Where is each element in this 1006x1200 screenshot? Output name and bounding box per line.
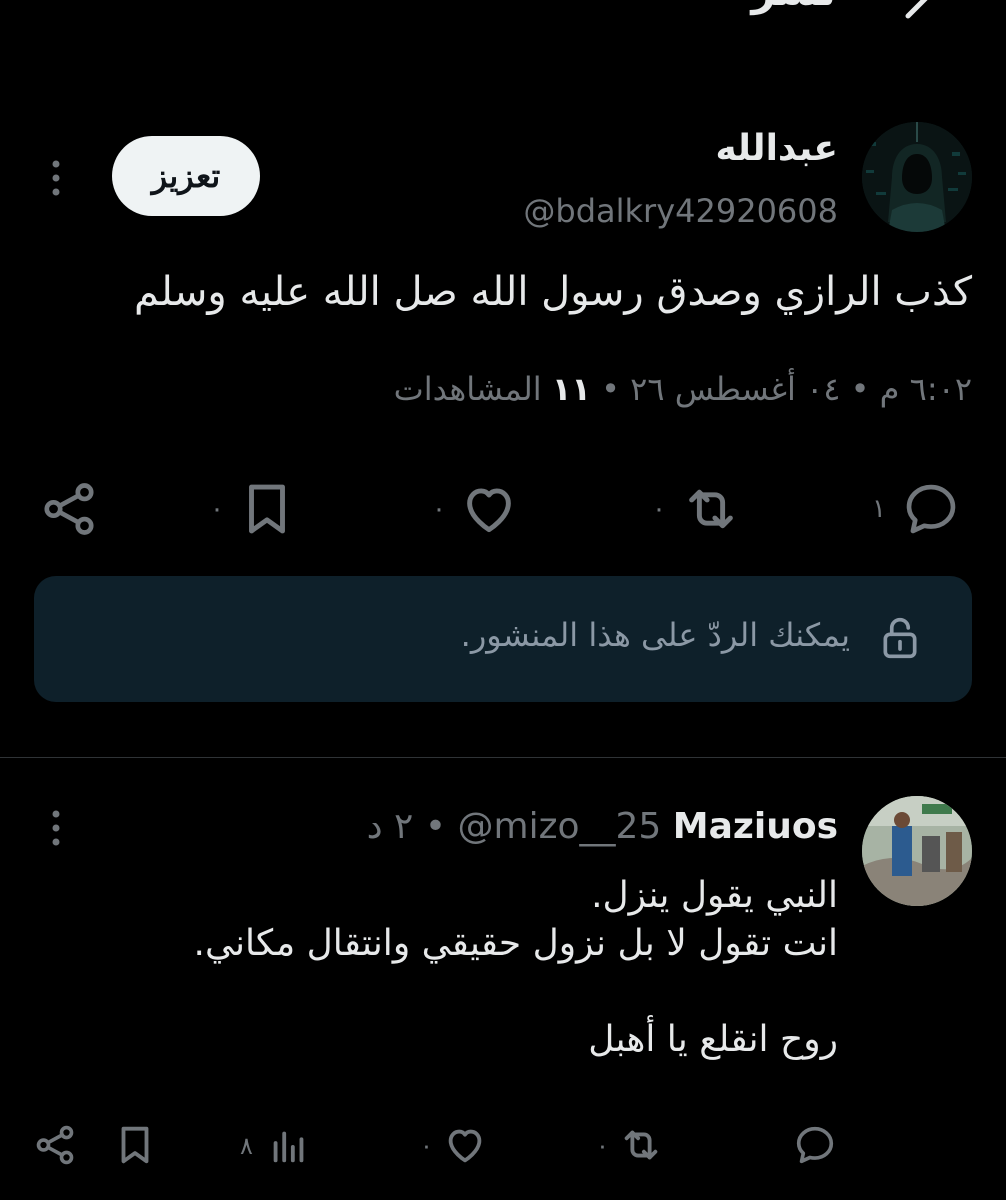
reply-age: ٢ د (366, 806, 414, 847)
views-count: ٨ (240, 1132, 253, 1160)
boost-button[interactable]: تعزيز (112, 136, 260, 216)
post-meta: ٦:٠٢ م • ٠٤ أغسطس ٢٦ • ١١ المشاهدات (394, 370, 972, 408)
separator-dot: • (424, 806, 458, 847)
bookmark-icon[interactable] (236, 478, 298, 540)
more-options-icon[interactable] (44, 808, 68, 848)
repost-icon[interactable] (680, 478, 742, 540)
reply-text-line: النبي يقول ينزل. (591, 875, 838, 916)
reply-author-handle[interactable]: @mizo__25 (458, 806, 662, 847)
post-time: ٦:٠٢ م (879, 370, 972, 408)
divider (0, 757, 1006, 758)
post-text: كذب الرازي وصدق رسول الله صل الله عليه و… (134, 269, 972, 315)
bookmark-count: ٠ (210, 494, 224, 524)
author-handle[interactable]: @bdalkry42920608 (523, 192, 838, 230)
author-avatar[interactable] (862, 122, 972, 232)
reply-text-line: روح انقلع يا أهبل (588, 1019, 838, 1060)
like-count: ٠ (420, 1132, 433, 1160)
views-label[interactable]: المشاهدات (394, 370, 542, 408)
reply-icon[interactable] (900, 478, 962, 540)
author-name[interactable]: عبدالله (716, 128, 838, 169)
back-arrow-icon[interactable] (894, 0, 944, 26)
page-title: نشر (751, 0, 836, 15)
reply-text-line (78, 968, 838, 1016)
bookmark-icon[interactable] (112, 1122, 158, 1168)
views-icon[interactable] (266, 1122, 312, 1168)
views-count: ١١ (551, 370, 591, 408)
repost-count: ٠ (652, 494, 666, 524)
unlock-icon (883, 617, 917, 659)
reply-author-name[interactable]: Maziuos (673, 806, 838, 847)
repost-icon[interactable] (618, 1122, 664, 1168)
like-count: ٠ (432, 494, 446, 524)
reply-text: النبي يقول ينزل. انت تقول لا بل نزول حقي… (78, 872, 838, 1064)
separator-dot: • (590, 370, 620, 408)
repost-count: ٠ (596, 1132, 609, 1160)
reply-author-avatar[interactable] (862, 796, 972, 906)
reply-header: ٢ د • @mizo__25 Maziuos (367, 806, 838, 847)
reply-icon[interactable] (792, 1122, 838, 1168)
reply-text-line: انت تقول لا بل نزول حقيقي وانتقال مكاني. (193, 923, 838, 964)
separator-dot: • (840, 370, 870, 408)
like-icon[interactable] (458, 478, 520, 540)
post-date: ٠٤ أغسطس ٢٦ (630, 370, 841, 408)
more-options-icon[interactable] (44, 158, 68, 198)
like-icon[interactable] (442, 1122, 488, 1168)
share-icon[interactable] (32, 1122, 78, 1168)
share-icon[interactable] (38, 478, 100, 540)
reply-notice-text: يمكنك الردّ على هذا المنشور. (460, 616, 850, 654)
reply-count: ١ (872, 494, 886, 524)
